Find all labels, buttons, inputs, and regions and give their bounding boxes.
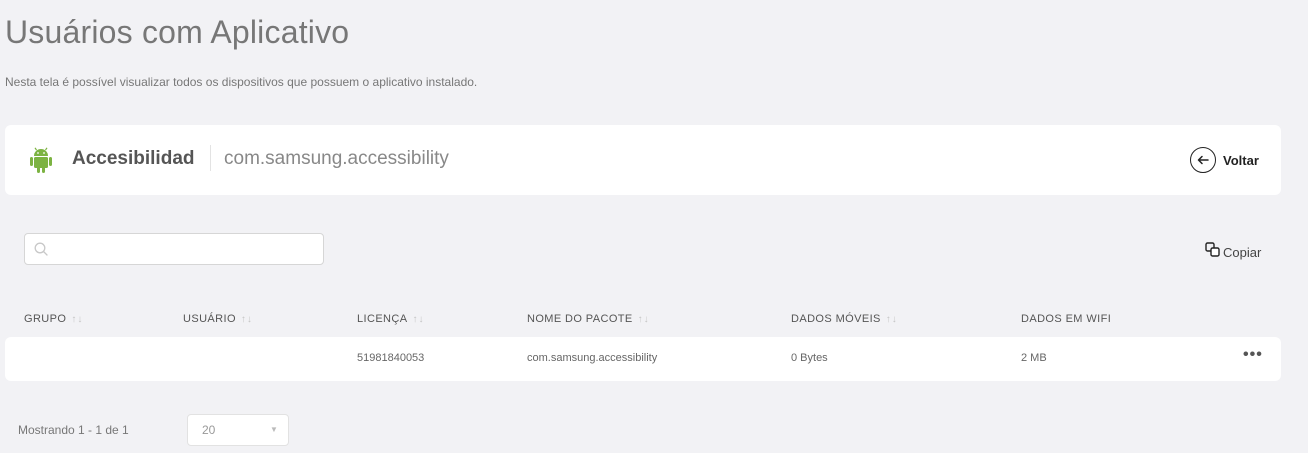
- column-header-dados-moveis[interactable]: DADOS MÓVEIS ↑↓: [791, 313, 898, 325]
- copy-label: Copiar: [1223, 244, 1262, 260]
- column-header-label: NOME DO PACOTE: [527, 313, 633, 325]
- column-header-label: USUÁRIO: [183, 313, 236, 325]
- arrow-left-icon: [1190, 147, 1216, 173]
- search-input[interactable]: [55, 234, 317, 264]
- cell-dados-em-wifi: 2 MB: [1021, 352, 1047, 364]
- app-header-card: Accesibilidad com.samsung.accessibility …: [5, 125, 1281, 195]
- page-size-value: 20: [202, 423, 216, 437]
- column-header-licenca[interactable]: LICENÇA ↑↓: [357, 313, 424, 325]
- app-package-name: com.samsung.accessibility: [224, 148, 449, 169]
- sort-arrows-icon: ↑↓: [71, 313, 84, 325]
- sort-arrows-icon: ↑↓: [412, 313, 425, 325]
- column-header-dados-em-wifi: DADOS EM WIFI: [1021, 313, 1111, 325]
- page-size-select[interactable]: 20 ▼: [187, 414, 289, 446]
- cell-dados-moveis: 0 Bytes: [791, 352, 828, 364]
- copy-button[interactable]: Copiar: [1205, 242, 1261, 262]
- page-subtitle: Nesta tela é possível visualizar todos o…: [5, 75, 478, 89]
- sort-arrows-icon: ↑↓: [240, 313, 253, 325]
- divider: [210, 145, 211, 171]
- column-header-label: DADOS EM WIFI: [1021, 313, 1112, 325]
- column-header-label: LICENÇA: [357, 313, 408, 325]
- back-label: Voltar: [1223, 152, 1259, 168]
- app-name: Accesibilidad: [72, 148, 195, 169]
- sort-arrows-icon: ↑↓: [885, 313, 898, 325]
- search-field[interactable]: [24, 233, 324, 265]
- column-header-label: DADOS MÓVEIS: [791, 313, 881, 325]
- back-button[interactable]: Voltar: [1190, 147, 1259, 173]
- more-options-icon[interactable]: •••: [1243, 347, 1263, 363]
- column-header-usuario[interactable]: USUÁRIO ↑↓: [183, 313, 253, 325]
- chevron-down-icon: ▼: [270, 425, 278, 434]
- column-header-grupo[interactable]: GRUPO ↑↓: [24, 313, 83, 325]
- cell-licenca: 51981840053: [357, 352, 425, 364]
- page-title: Usuários com Aplicativo: [5, 14, 350, 50]
- column-header-label: GRUPO: [24, 313, 67, 325]
- search-icon: [34, 242, 48, 261]
- pagination-info: Mostrando 1 - 1 de 1: [18, 423, 129, 437]
- column-header-nome-do-pacote[interactable]: NOME DO PACOTE ↑↓: [527, 313, 650, 325]
- android-icon: [29, 147, 53, 173]
- copy-icon: [1205, 242, 1220, 262]
- table-row[interactable]: 51981840053 com.samsung.accessibility 0 …: [5, 337, 1281, 381]
- sort-arrows-icon: ↑↓: [637, 313, 650, 325]
- cell-nome-do-pacote: com.samsung.accessibility: [527, 352, 658, 364]
